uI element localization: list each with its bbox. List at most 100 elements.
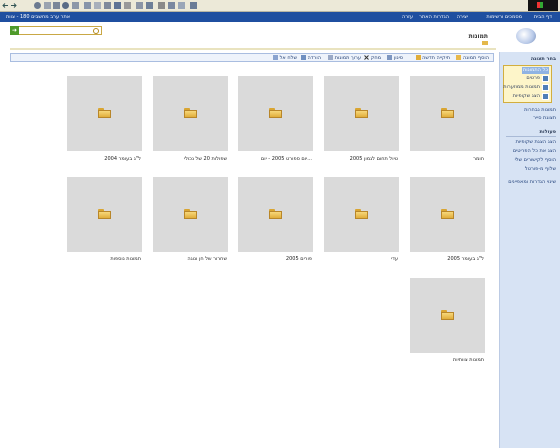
action-view-all-items[interactable]: הצג את כל הפריטים [513, 148, 556, 154]
new-folder-button[interactable]: תיקייה חדשה [415, 55, 450, 61]
folder-icon [98, 108, 111, 118]
add-picture-icon [456, 55, 462, 60]
folder-tile[interactable] [67, 177, 142, 252]
home-icon[interactable] [53, 2, 60, 9]
favorites-icon[interactable] [72, 2, 79, 9]
folder-icon [269, 209, 282, 219]
window-icon[interactable] [190, 2, 197, 9]
mail-icon[interactable] [94, 2, 101, 9]
folder-caption[interactable]: חומר [473, 156, 484, 162]
filter-icon [387, 55, 393, 60]
discuss-icon[interactable] [124, 2, 131, 9]
nav-item-site-settings[interactable]: הגדרות האתר [419, 14, 449, 20]
sidebar-link-selected-pictures[interactable]: תמונות נבחרות [524, 107, 556, 113]
action-modify-settings[interactable]: שינוי הגדרות ומאפיינים [508, 179, 556, 185]
view-details[interactable]: פרטים [526, 75, 549, 82]
select-view-heading: בחר תצוגה [530, 56, 556, 62]
site-title[interactable]: אתר ערב מחשבים 180 - צוות [6, 14, 70, 20]
nav-item-documents[interactable]: מסמכים ורשימות [486, 14, 522, 20]
action-slideshow[interactable]: הצג הצגת שקופיות [516, 139, 556, 145]
media-icon[interactable] [146, 2, 153, 9]
filter-button[interactable]: סינון [386, 55, 403, 61]
gallery-toolbar: הוסף תמונה תיקייה חדשה סינון מחק ערוך תמ… [10, 53, 494, 62]
actions-heading: פעולות [539, 129, 557, 135]
forward-arrow-icon[interactable] [10, 2, 17, 9]
folder-caption[interactable]: טיול תחום לגמון 2005 [350, 156, 398, 162]
edit-icon[interactable] [114, 2, 121, 9]
back-arrow-icon[interactable] [2, 2, 9, 9]
browser-toolbar [0, 0, 560, 12]
download-icon [300, 55, 306, 60]
new-folder-icon [415, 55, 421, 60]
go-button[interactable]: ➜ [10, 26, 19, 35]
folder-tile[interactable] [67, 76, 142, 151]
folder-tile[interactable] [410, 177, 485, 252]
folder-tile[interactable] [153, 76, 228, 151]
folder-icon [355, 108, 368, 118]
folder-tile[interactable] [324, 177, 399, 252]
header-divider [10, 48, 496, 50]
print-icon[interactable] [104, 2, 111, 9]
page-title: תמונות [468, 33, 488, 40]
folder-icon [441, 209, 454, 219]
folder-tile[interactable] [153, 177, 228, 252]
folder-caption[interactable]: יום ספורט 2005 - יום... [261, 156, 312, 162]
nav-item-help[interactable]: עזרה [402, 14, 413, 20]
thumbnails-view-icon [542, 84, 549, 91]
sidebar-divider [506, 136, 556, 137]
folder-caption[interactable]: ל"ג בעומר 2004 [104, 156, 141, 162]
history-icon[interactable] [84, 2, 91, 9]
folder-caption[interactable]: תמונות צוותיות [453, 357, 484, 363]
all-pictures-link[interactable]: כל התמונות [521, 67, 549, 74]
edit-pictures-button[interactable]: ערוך תמונות [327, 55, 361, 61]
folder-icon [441, 310, 454, 320]
folder-caption[interactable]: ל"ג בעומר 2005 [447, 256, 484, 262]
view-thumbnails[interactable]: תמונות ממוזערות [503, 84, 549, 91]
send-to-button[interactable]: שלח אל [272, 55, 297, 61]
send-to-icon [272, 55, 278, 60]
search-box[interactable]: ➜ [10, 26, 102, 35]
view-selector: כל התמונות פרטים תמונות ממוזערות הצג שקו… [503, 65, 552, 103]
nav-item-home[interactable]: דף הבית [534, 14, 552, 20]
action-portal[interactable]: שלוף מ-פורטל [525, 166, 556, 172]
messenger-icon[interactable] [136, 2, 143, 9]
sidebar: בחר תצוגה כל התמונות פרטים תמונות ממוזער… [499, 52, 560, 448]
nav-item-create[interactable]: יצירה [457, 14, 468, 20]
folder-tile[interactable] [410, 76, 485, 151]
folder-icon [184, 108, 197, 118]
folder-icon [355, 209, 368, 219]
delete-icon [364, 55, 370, 60]
view-slideshow[interactable]: הצג שקופיות [513, 93, 549, 100]
folder-icon [269, 108, 282, 118]
delete-button[interactable]: מחק [363, 55, 381, 61]
folder-icon [98, 209, 111, 219]
research-icon[interactable] [168, 2, 175, 9]
tools-icon[interactable] [158, 2, 165, 9]
sidebar-link-explorer-view[interactable]: תצוגת סייר [533, 115, 556, 121]
edit-pictures-icon [328, 55, 334, 60]
refresh-icon[interactable] [44, 2, 51, 9]
folder-tile[interactable] [410, 278, 485, 353]
stop-icon[interactable] [34, 2, 41, 9]
download-button[interactable]: הורדה [300, 55, 321, 61]
folder-tile[interactable] [324, 76, 399, 151]
folder-tile[interactable] [238, 177, 313, 252]
folder-caption[interactable]: עדי [391, 256, 398, 262]
search-input[interactable] [23, 28, 93, 33]
search-browser-icon[interactable] [62, 2, 69, 9]
windows-logo-icon [528, 0, 558, 11]
folder-icon[interactable] [178, 2, 185, 9]
site-logo-icon [516, 28, 536, 44]
folder-caption[interactable]: שפולות 20 של נכולי [184, 156, 227, 162]
details-view-icon [542, 75, 549, 82]
folder-caption[interactable]: פורים 2005 [286, 256, 312, 262]
picture-library-icon [482, 41, 488, 45]
add-picture-button[interactable]: הוסף תמונה [455, 55, 489, 61]
folder-tile[interactable] [238, 76, 313, 151]
top-nav: אתר ערב מחשבים 180 - צוות דף הבית מסמכים… [0, 12, 560, 22]
folder-icon [184, 209, 197, 219]
folder-caption[interactable]: תמונות נוספות [110, 256, 141, 262]
folder-caption[interactable]: שחרור של חן ונוגה [187, 256, 227, 262]
action-add-to-my-links[interactable]: הוסף לקישורים שלי [515, 157, 556, 163]
search-icon[interactable] [93, 28, 99, 34]
